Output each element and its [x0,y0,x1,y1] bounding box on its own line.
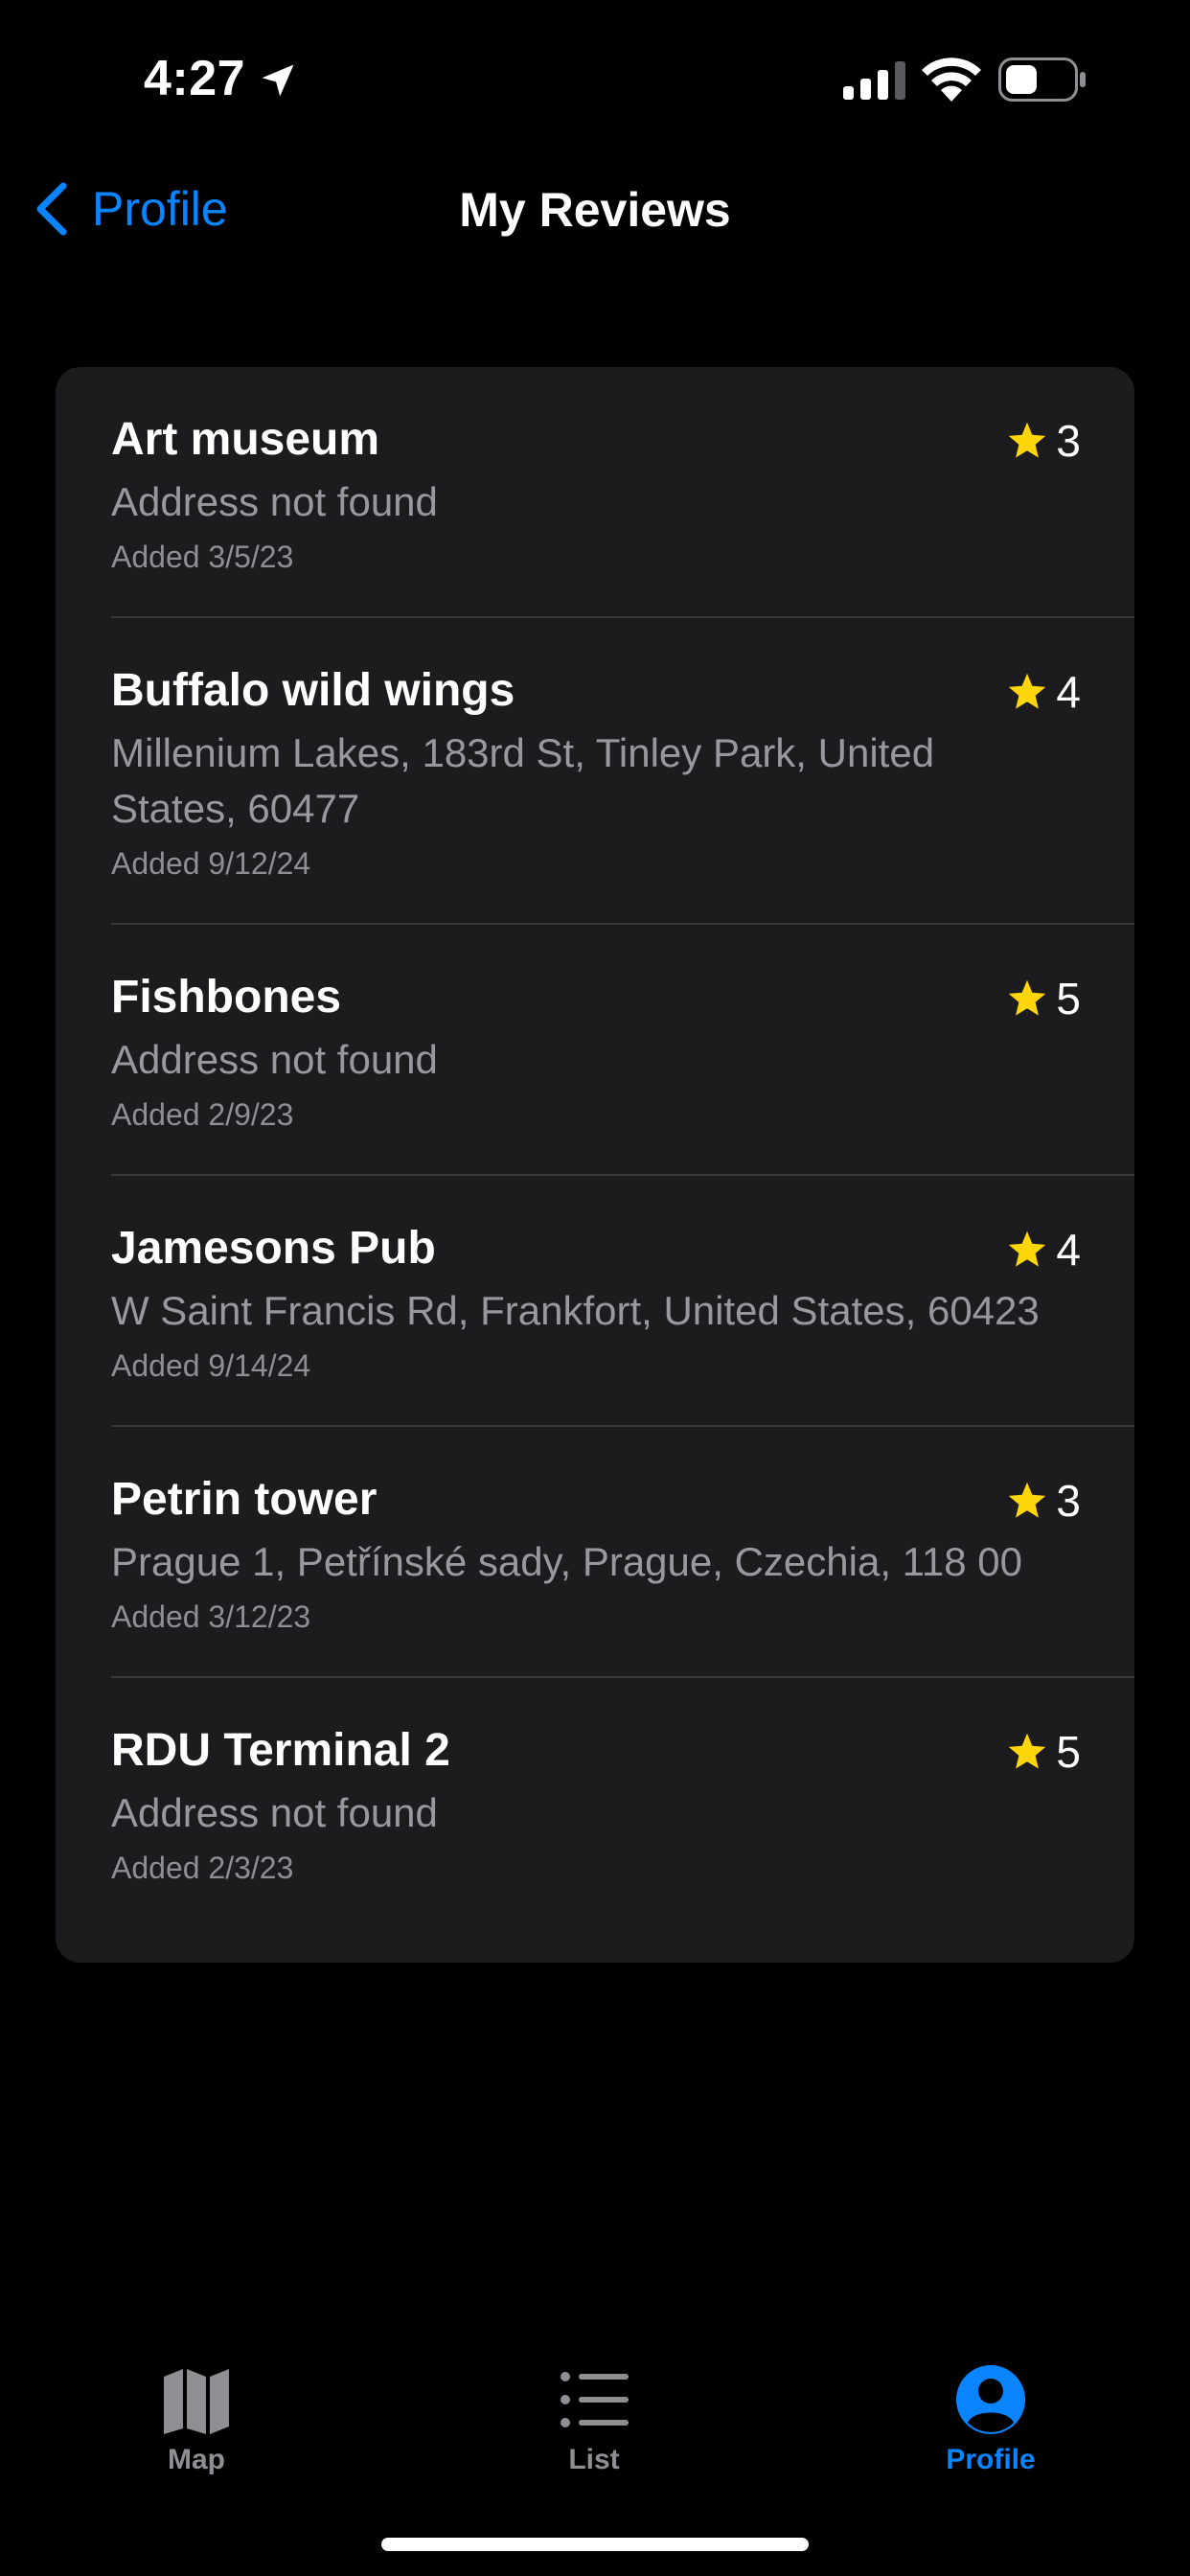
review-address: Millenium Lakes, 183rd St, Tinley Park, … [111,730,935,831]
review-place-name: Fishbones [111,972,342,1023]
battery-icon [998,58,1086,102]
wifi-icon [922,58,981,102]
review-address: Prague 1, Petřínské sady, Prague, Czechi… [111,1539,1023,1584]
star-icon [1009,1482,1046,1518]
star-icon [1009,1230,1046,1267]
tab-profile-label: Profile [946,2444,1036,2475]
review-date: Added 9/12/24 [111,846,311,881]
star-icon [1009,979,1046,1016]
tab-map[interactable]: Map [81,2338,311,2476]
review-date: Added 3/5/23 [111,540,294,574]
review-rating-value: 3 [1056,1476,1081,1526]
page-title: My Reviews [459,183,731,237]
review-address: Address not found [111,1790,438,1835]
star-icon [1009,1733,1046,1769]
tab-list-label: List [568,2444,620,2475]
reviews-list: Art museum Address not found Added 3/5/23 3… [56,367,1134,1963]
status-bar: 4:27 [0,0,1190,144]
review-rating: 3 [1006,415,1081,467]
review-row[interactable]: Jamesons Pub W Saint Francis Rd, Frankfor… [56,1176,1134,1427]
tab-map-label: Map [168,2444,225,2475]
home-indicator[interactable] [381,2538,809,2551]
map-icon [164,2369,229,2434]
tab-list[interactable]: List [479,2338,709,2476]
review-rating-value: 5 [1056,974,1081,1024]
review-row[interactable]: RDU Terminal 2 Address not found Added 2/3… [56,1678,1134,1929]
cellular-signal-icon [843,61,905,100]
tab-profile[interactable]: Profile [876,2338,1106,2476]
status-time: 4:27 [144,51,246,106]
review-date: Added 2/9/23 [111,1097,294,1132]
review-rating-value: 4 [1056,1225,1081,1275]
review-address: Address not found [111,1037,438,1082]
review-row[interactable]: Buffalo wild wings Millenium Lakes, 183rd… [56,618,1134,925]
review-rating-value: 4 [1056,667,1081,717]
review-place-name: Buffalo wild wings [111,665,515,716]
review-place-name: RDU Terminal 2 [111,1725,450,1776]
review-date: Added 9/14/24 [111,1348,311,1383]
review-rating: 3 [1006,1475,1081,1527]
review-rating: 4 [1006,666,1081,718]
profile-icon [956,2365,1025,2434]
review-date: Added 3/12/23 [111,1599,311,1634]
review-place-name: Art museum [111,414,380,465]
list-icon [561,2372,629,2427]
star-icon [1009,673,1046,709]
review-rating-value: 5 [1056,1727,1081,1777]
screen: 4:27 Profile My Reviews Art museum Addre… [0,0,1190,2576]
review-rating: 4 [1006,1224,1081,1276]
star-icon [1009,422,1046,458]
review-rating: 5 [1006,1726,1081,1778]
review-rating-value: 3 [1056,416,1081,466]
review-address: Address not found [111,479,438,524]
review-row[interactable]: Petrin tower Prague 1, Petřínské sady, Pr… [56,1427,1134,1678]
review-address: W Saint Francis Rd, Frankfort, United St… [111,1288,1040,1333]
tab-bar: Map List Profile [0,2338,1190,2482]
review-row[interactable]: Art museum Address not found Added 3/5/23 3 [56,367,1134,618]
review-place-name: Petrin tower [111,1474,378,1525]
review-place-name: Jamesons Pub [111,1223,436,1274]
review-row[interactable]: Fishbones Address not found Added 2/9/23 5 [56,925,1134,1176]
review-date: Added 2/3/23 [111,1851,294,1885]
review-rating: 5 [1006,973,1081,1024]
location-arrow-icon [262,64,294,97]
